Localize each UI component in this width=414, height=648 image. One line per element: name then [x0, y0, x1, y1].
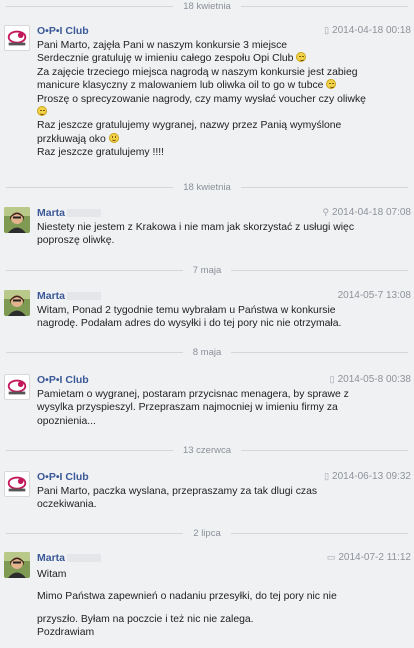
redacted-surname — [67, 209, 102, 217]
message-line: Witam — [37, 569, 67, 580]
message-line: Witam, Ponad 2 tygodnie temu wybrałam u … — [37, 305, 336, 316]
mobile-icon: ▯ — [324, 25, 330, 35]
message-line: Pamietam o wygranej, postaram przycisnac… — [37, 389, 349, 400]
chat-bubble-icon: ▭ — [326, 552, 336, 562]
mobile-icon: ▯ — [324, 471, 330, 481]
message-body: Witam, Ponad 2 tygodnie temu wybrałam u … — [37, 304, 409, 331]
opi-club-avatar[interactable] — [4, 25, 30, 51]
message-line: poproszę oliwkę. — [37, 235, 115, 247]
date-divider-label: 7 maja — [192, 264, 222, 276]
date-divider-label: 2 lipca — [193, 527, 221, 539]
message-line: Mimo Państwa zapewnień o nadaniu przesył… — [37, 591, 337, 603]
message-body: Witam Mimo Państwa zapewnień o nadaniu p… — [37, 568, 409, 640]
date-divider: 18 kwietnia — [0, 181, 414, 193]
message-body: Pani Marto, zajęła Pani w naszym konkurs… — [37, 39, 409, 160]
message-meta: ⚲ 2014-04-18 07:08 — [322, 207, 411, 218]
message-line: Niestety nie jestem z Krakowa i nie mam … — [37, 222, 355, 233]
message-timestamp: 2014-05-7 13:08 — [337, 290, 411, 301]
message-timestamp: 2014-04-18 07:08 — [332, 207, 411, 218]
opi-club-avatar[interactable] — [4, 471, 30, 497]
message-line: Pani Marto, paczka wyslana, przepraszamy… — [37, 486, 318, 497]
user-photo-icon — [4, 290, 30, 316]
message-line: wysylka przyspieszyl. Przepraszam najmoc… — [37, 402, 338, 414]
date-divider: 13 czerwca — [0, 444, 414, 456]
user-photo-icon — [4, 207, 30, 233]
sender-name[interactable]: Marta — [37, 552, 102, 564]
sender-name[interactable]: O•P•I Club — [37, 471, 89, 483]
location-pin-icon: ⚲ — [322, 207, 330, 217]
message-line: przkłuwają oko — [37, 132, 409, 146]
redacted-surname — [67, 292, 102, 300]
message-timestamp: 2014-07-2 11:12 — [338, 552, 411, 563]
message-timestamp: 2014-06-13 09:32 — [332, 471, 411, 482]
redacted-surname — [67, 554, 102, 562]
message-body: Pani Marto, paczka wyslana, przepraszamy… — [37, 485, 409, 512]
message-line: Serdecznie gratuluję w imieniu całego ze… — [37, 52, 409, 65]
sender-name[interactable]: O•P•I Club — [37, 25, 89, 37]
message-line: Pani Marto, zajęła Pani w naszym konkurs… — [37, 40, 288, 51]
message-meta: 2014-05-7 13:08 — [338, 290, 411, 301]
message-line: przyszło. Byłam na poczcie i też nic nie… — [37, 613, 254, 625]
smiley-icon — [326, 79, 337, 90]
message-timestamp: 2014-05-8 00:38 — [337, 374, 411, 385]
date-divider-label: 18 kwietnia — [183, 0, 231, 12]
date-divider: 8 maja — [0, 346, 414, 358]
date-divider: 2 lipca — [0, 527, 414, 539]
opi-logo-icon — [7, 379, 27, 395]
message-line: Proszę o sprecyzowanie nagrody, czy mamy… — [37, 93, 366, 105]
message-line: Raz jeszcze gratulujemy !!!! — [37, 147, 165, 159]
date-divider: 7 maja — [0, 264, 414, 276]
smiley-icon — [108, 132, 119, 143]
message-meta: ▯ 2014-04-18 00:18 — [324, 25, 411, 36]
message-meta: ▭ 2014-07-2 11:12 — [327, 552, 411, 563]
sender-name[interactable]: O•P•I Club — [37, 374, 89, 386]
date-divider-label: 13 czerwca — [182, 444, 232, 456]
message-meta: ▯ 2014-06-13 09:32 — [324, 471, 411, 482]
opi-logo-icon — [7, 476, 27, 492]
message-thread: 18 kwietnia O•P•I Club ▯ 2014-04-18 00:1… — [0, 0, 414, 648]
marta-avatar[interactable] — [4, 207, 30, 233]
message-body: Pamietam o wygranej, postaram przycisnac… — [37, 388, 409, 428]
message-line: nagrodę. Podałam adres do wysyłki i do t… — [37, 318, 342, 330]
marta-avatar[interactable] — [4, 290, 30, 316]
message-line: Pozdrawiam — [37, 627, 95, 639]
message-line: opoznienia... — [37, 415, 96, 427]
date-divider-label: 18 kwietnia — [183, 181, 231, 193]
user-photo-icon — [4, 552, 30, 578]
message-line — [37, 581, 409, 590]
message-line: Raz jeszcze gratulujemy wygranej, nazwy … — [37, 120, 342, 132]
message-timestamp: 2014-04-18 00:18 — [332, 25, 411, 36]
marta-avatar[interactable] — [4, 552, 30, 578]
message-line — [37, 106, 409, 119]
date-divider: 18 kwietnia — [0, 0, 414, 12]
message-line — [37, 604, 409, 613]
sender-name[interactable]: Marta — [37, 290, 102, 302]
smiley-icon — [296, 52, 307, 63]
mobile-icon: ▯ — [329, 374, 335, 384]
smiley-icon — [37, 106, 47, 117]
message-line: Za zajęcie trzeciego miejsca nagrodą w n… — [37, 66, 358, 78]
date-divider-label: 8 maja — [192, 346, 222, 358]
sender-name[interactable]: Marta — [37, 207, 102, 219]
opi-club-avatar[interactable] — [4, 374, 30, 400]
message-line: oczekiwania. — [37, 499, 97, 511]
message-meta: ▯ 2014-05-8 00:38 — [330, 374, 411, 385]
message-body: Niestety nie jestem z Krakowa i nie mam … — [37, 221, 409, 248]
message-line: manicure klasyczny z malowaniem lub oliw… — [37, 79, 409, 92]
opi-logo-icon — [7, 30, 27, 46]
